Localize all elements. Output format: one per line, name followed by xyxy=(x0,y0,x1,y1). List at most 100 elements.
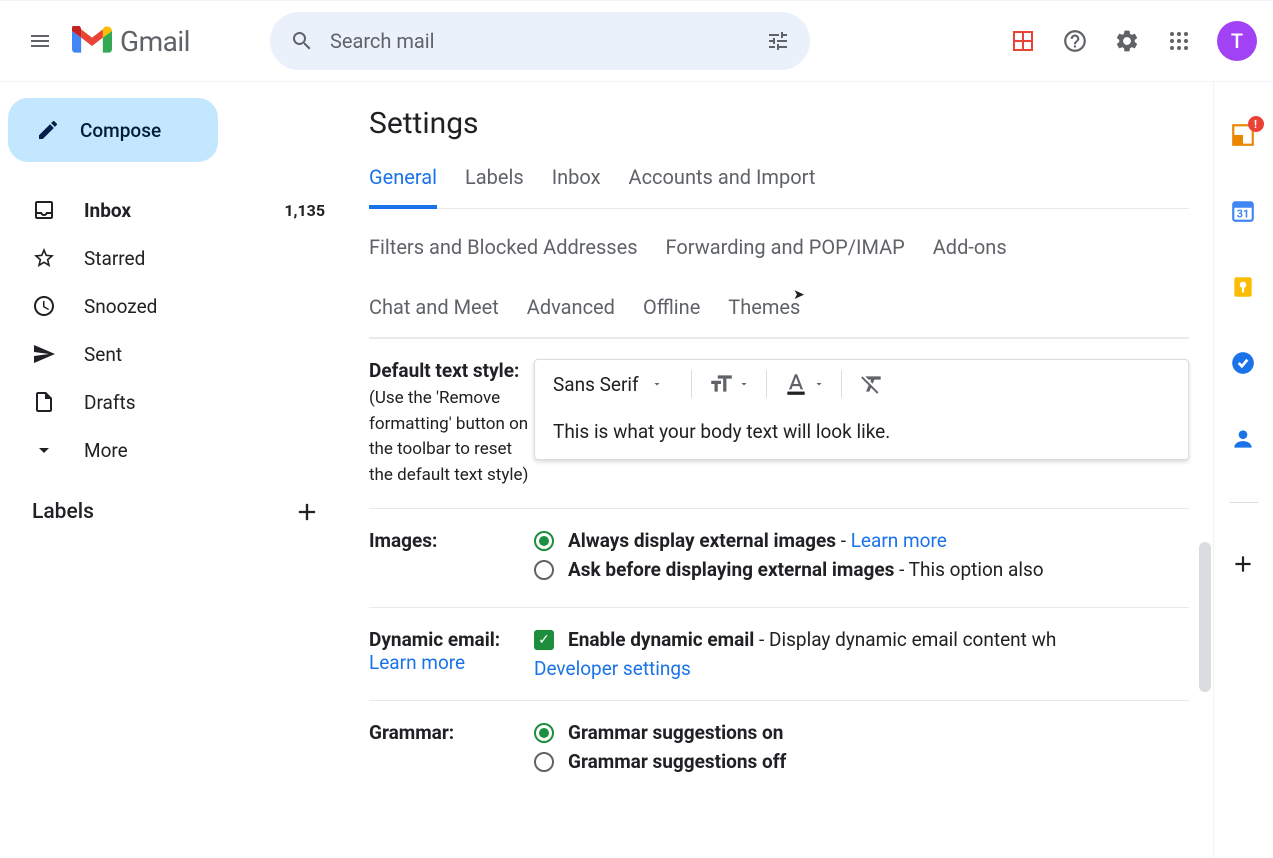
dynamic-label-col: Dynamic email: Learn more xyxy=(369,628,534,680)
developer-settings-link[interactable]: Developer settings xyxy=(534,657,691,680)
nav-label: Starred xyxy=(84,247,325,270)
labels-title: Labels xyxy=(32,500,94,524)
tab-addons[interactable]: Add-ons xyxy=(933,235,1007,259)
learn-more-link[interactable]: Learn more xyxy=(851,529,947,552)
main-menu-button[interactable] xyxy=(16,17,64,65)
inbox-icon xyxy=(32,198,56,222)
dash: - xyxy=(836,529,851,552)
sidebar-item-snoozed[interactable]: Snoozed xyxy=(0,282,345,330)
tab-forwarding[interactable]: Forwarding and POP/IMAP xyxy=(666,235,905,259)
account-avatar[interactable]: T xyxy=(1217,21,1257,61)
grammar-content: Grammar suggestions on Grammar suggestio… xyxy=(534,721,1189,779)
gmail-logo-text: Gmail xyxy=(120,25,190,58)
tab-themes[interactable]: Themes xyxy=(728,295,800,319)
radio-unchecked[interactable] xyxy=(534,560,554,580)
dynamic-learn-more[interactable]: Learn more xyxy=(369,651,465,674)
scrollbar[interactable] xyxy=(1199,542,1211,692)
keep-icon[interactable] xyxy=(1230,274,1258,302)
opt-label: Ask before displaying external images xyxy=(568,558,894,581)
sidebar-item-inbox[interactable]: Inbox 1,135 xyxy=(0,186,345,234)
settings-gear-icon[interactable] xyxy=(1113,27,1141,55)
dropdown-icon xyxy=(813,378,825,390)
notification-badge: ! xyxy=(1248,116,1264,132)
addon-icon-1[interactable]: ! xyxy=(1230,122,1258,150)
nav-label: Drafts xyxy=(84,391,325,414)
sidebar-item-starred[interactable]: Starred xyxy=(0,234,345,282)
text-color-icon xyxy=(783,371,809,397)
tab-advanced[interactable]: Advanced xyxy=(527,295,615,319)
font-name: Sans Serif xyxy=(553,373,639,396)
compose-label: Compose xyxy=(80,119,161,142)
get-addons-button[interactable] xyxy=(1230,551,1258,579)
chevron-down-icon xyxy=(32,438,56,462)
section-text-style: Default text style: (Use the 'Remove for… xyxy=(369,338,1189,508)
tab-chat[interactable]: Chat and Meet xyxy=(369,295,499,319)
tab-filters[interactable]: Filters and Blocked Addresses xyxy=(369,235,638,259)
svg-text:31: 31 xyxy=(1236,208,1248,221)
google-apps-icon[interactable] xyxy=(1165,27,1193,55)
tab-labels[interactable]: Labels xyxy=(465,165,524,208)
grid-app-icon[interactable] xyxy=(1009,27,1037,55)
tab-accounts[interactable]: Accounts and Import xyxy=(629,165,816,208)
radio-checked[interactable] xyxy=(534,531,554,551)
text-style-toolbar: Sans Serif xyxy=(535,360,1188,408)
nav-label: More xyxy=(84,439,325,462)
text-style-label: Default text style: xyxy=(369,359,534,382)
tab-offline[interactable]: Offline xyxy=(643,295,700,319)
clock-icon xyxy=(32,294,56,318)
gmail-logo[interactable]: Gmail xyxy=(72,25,190,58)
search-input[interactable] xyxy=(330,29,766,53)
nav-label: Snoozed xyxy=(84,295,325,318)
star-icon xyxy=(32,246,56,270)
remove-format-icon xyxy=(859,371,885,397)
sidebar-item-drafts[interactable]: Drafts xyxy=(0,378,345,426)
dynamic-label: Dynamic email: xyxy=(369,628,500,651)
radio-unchecked[interactable] xyxy=(534,752,554,772)
radio-checked[interactable] xyxy=(534,723,554,743)
page-title: Settings xyxy=(369,106,1189,141)
toolbar-divider xyxy=(691,370,692,398)
dynamic-content: ✓ Enable dynamic email - Display dynamic… xyxy=(534,628,1189,680)
main-content: Settings General Labels Inbox Accounts a… xyxy=(345,82,1213,858)
remove-formatting-button[interactable] xyxy=(858,370,886,398)
support-icon[interactable] xyxy=(1061,27,1089,55)
search-bar[interactable] xyxy=(270,12,810,70)
text-style-preview: This is what your body text will look li… xyxy=(535,408,1188,459)
grammar-off[interactable]: Grammar suggestions off xyxy=(534,750,1189,773)
settings-tabs-row3: Chat and Meet Advanced Offline Themes xyxy=(369,277,1189,338)
contacts-icon[interactable] xyxy=(1230,426,1258,454)
sidebar-item-sent[interactable]: Sent xyxy=(0,330,345,378)
add-label-button[interactable] xyxy=(293,498,321,526)
sidebar-item-more[interactable]: More xyxy=(0,426,345,474)
images-option-ask[interactable]: Ask before displaying external images - … xyxy=(534,558,1189,581)
tasks-icon[interactable] xyxy=(1230,350,1258,378)
grammar-label: Grammar: xyxy=(369,721,534,779)
font-family-select[interactable]: Sans Serif xyxy=(553,373,675,396)
rail-divider xyxy=(1230,502,1258,503)
search-options-icon[interactable] xyxy=(766,29,790,53)
file-icon xyxy=(32,390,56,414)
tab-general[interactable]: General xyxy=(369,165,437,209)
section-dynamic-email: Dynamic email: Learn more ✓ Enable dynam… xyxy=(369,607,1189,700)
enable-dynamic-checkbox[interactable]: ✓ xyxy=(534,630,554,650)
checkbox-label: Enable dynamic email xyxy=(568,628,754,651)
header: Gmail T xyxy=(0,0,1273,82)
calendar-icon[interactable]: 31 xyxy=(1230,198,1258,226)
text-style-editor: Sans Serif xyxy=(534,359,1189,460)
side-panel: ! 31 xyxy=(1213,82,1273,858)
toolbar-divider xyxy=(766,370,767,398)
toolbar-divider xyxy=(841,370,842,398)
images-option-always[interactable]: Always display external images - Learn m… xyxy=(534,529,1189,552)
nav-label: Sent xyxy=(84,343,325,366)
search-icon xyxy=(290,29,314,53)
grammar-on[interactable]: Grammar suggestions on xyxy=(534,721,1189,744)
dynamic-checkbox-row: ✓ Enable dynamic email - Display dynamic… xyxy=(534,628,1189,651)
sidebar: Compose Inbox 1,135 Starred Snoozed Sent… xyxy=(0,82,345,858)
opt-label: Always display external images xyxy=(568,529,836,552)
text-color-select[interactable] xyxy=(783,371,825,397)
tab-inbox[interactable]: Inbox xyxy=(552,165,601,208)
opt-label: Grammar suggestions off xyxy=(568,750,786,773)
font-size-select[interactable] xyxy=(708,371,750,397)
text-style-desc: (Use the 'Remove formatting' button on t… xyxy=(369,386,534,488)
compose-button[interactable]: Compose xyxy=(8,98,218,162)
